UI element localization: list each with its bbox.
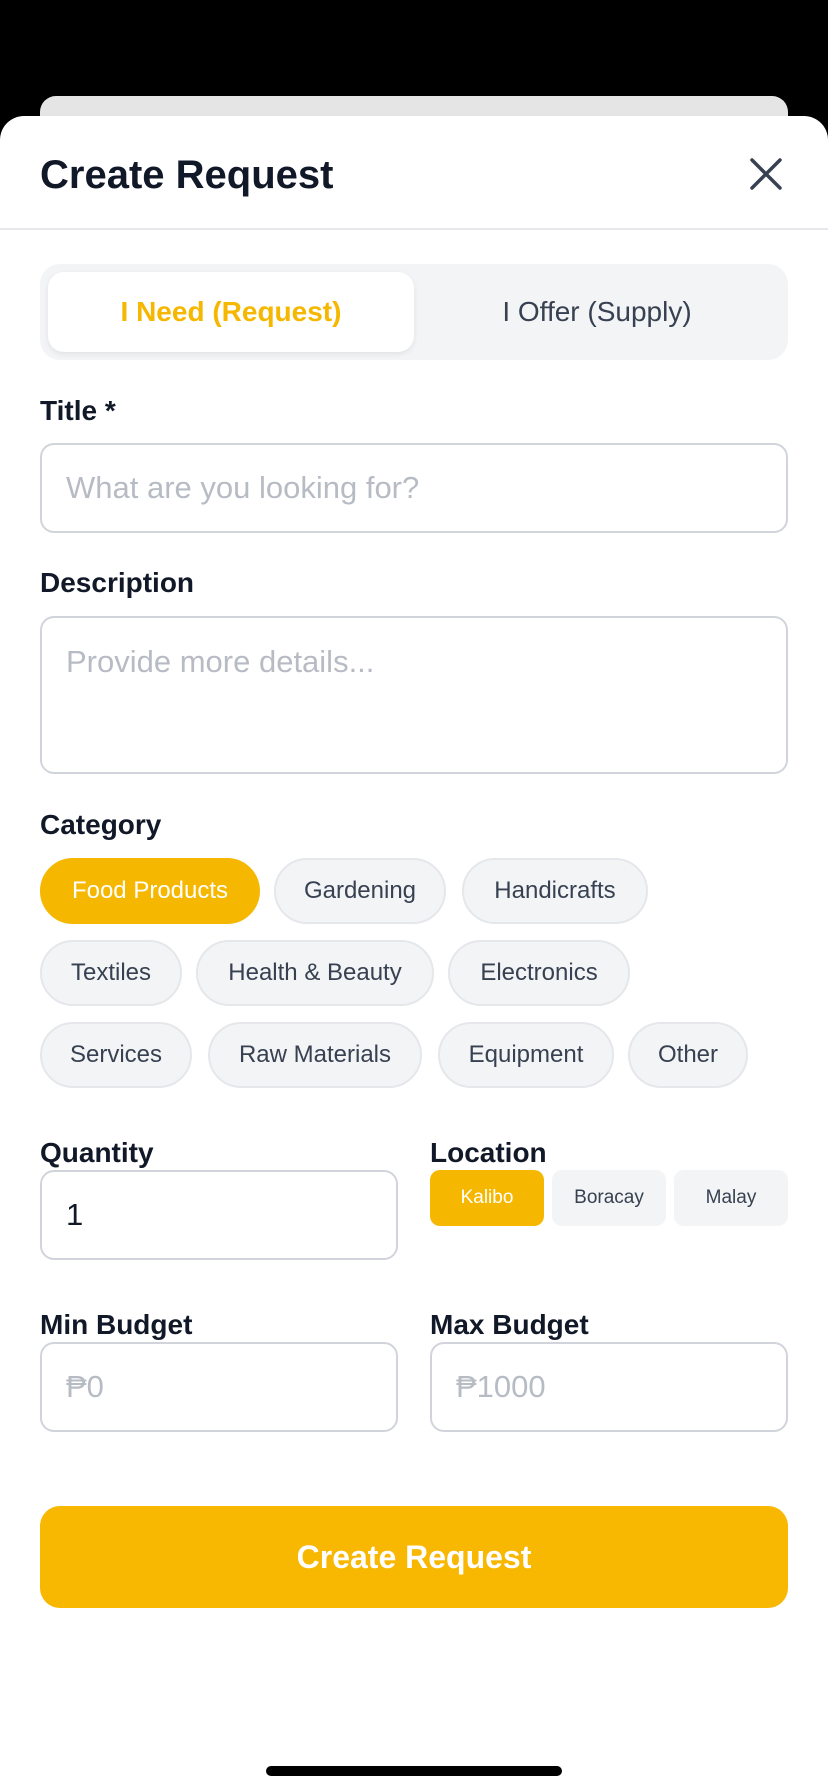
min-budget-label: Min Budget	[40, 1309, 193, 1340]
max-budget-input[interactable]: ₱1000	[430, 1342, 788, 1432]
category-label: Category	[40, 809, 162, 840]
description-input[interactable]: Provide more details...	[40, 616, 788, 774]
category-chip-electronics[interactable]: Electronics	[448, 940, 630, 1006]
max-budget-label: Max Budget	[430, 1309, 589, 1340]
quantity-input[interactable]: 1	[40, 1170, 398, 1260]
close-button[interactable]	[744, 152, 788, 196]
page-title: Create Request	[40, 153, 334, 197]
category-chip-equipment[interactable]: Equipment	[438, 1022, 614, 1088]
location-option-boracay[interactable]: Boracay	[552, 1170, 666, 1226]
title-input[interactable]: What are you looking for?	[40, 443, 788, 533]
category-chip-health-beauty[interactable]: Health & Beauty	[196, 940, 434, 1006]
title-label: Title *	[40, 395, 116, 426]
create-request-button[interactable]: Create Request	[40, 1506, 788, 1608]
category-chip-raw-materials[interactable]: Raw Materials	[208, 1022, 422, 1088]
home-indicator	[266, 1766, 562, 1776]
quantity-label: Quantity	[40, 1137, 154, 1168]
location-label: Location	[430, 1137, 547, 1168]
min-budget-input[interactable]: ₱0	[40, 1342, 398, 1432]
create-request-sheet: Create Request I Need (Request) I Offer …	[0, 116, 828, 1792]
category-chip-other[interactable]: Other	[628, 1022, 748, 1088]
category-chip-textiles[interactable]: Textiles	[40, 940, 182, 1006]
location-option-malay[interactable]: Malay	[674, 1170, 788, 1226]
category-chip-handicrafts[interactable]: Handicrafts	[462, 858, 648, 924]
close-icon	[750, 158, 782, 190]
mode-toggle: I Need (Request) I Offer (Supply)	[40, 264, 788, 360]
location-option-kalibo[interactable]: Kalibo	[430, 1170, 544, 1226]
category-chip-services[interactable]: Services	[40, 1022, 192, 1088]
sheet-header: Create Request	[0, 116, 828, 230]
tab-i-offer[interactable]: I Offer (Supply)	[414, 272, 780, 352]
description-label: Description	[40, 567, 195, 598]
tab-i-need[interactable]: I Need (Request)	[48, 272, 414, 352]
category-chip-gardening[interactable]: Gardening	[274, 858, 446, 924]
category-chip-food-products[interactable]: Food Products	[40, 858, 260, 924]
